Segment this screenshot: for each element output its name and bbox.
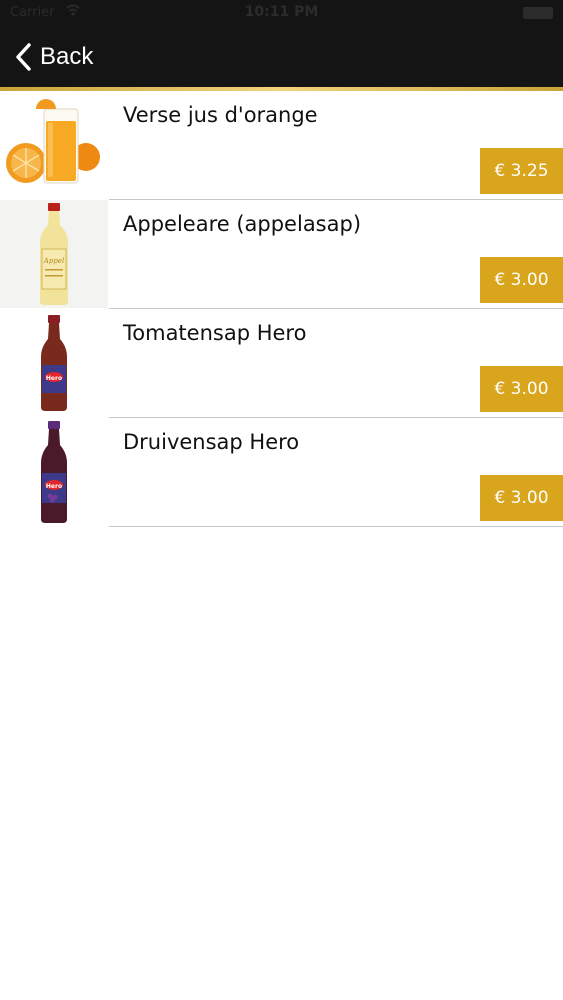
price-badge[interactable]: € 3.00: [480, 257, 563, 303]
product-list: Verse jus d'orange € 3.25 Appel Appelear…: [0, 91, 563, 527]
price-badge[interactable]: € 3.25: [480, 148, 563, 194]
svg-text:Appel: Appel: [43, 257, 64, 265]
price-badge[interactable]: € 3.00: [480, 366, 563, 412]
price-badge[interactable]: € 3.00: [480, 475, 563, 521]
tomato-juice-bottle-image: Hero: [0, 309, 108, 417]
orange-juice-image: [0, 91, 108, 199]
grape-juice-bottle-image: Hero: [0, 418, 108, 526]
status-bar: Carrier 10:11 PM: [0, 0, 563, 28]
product-row[interactable]: Hero Tomatensap Hero € 3.00: [0, 309, 563, 418]
svg-text:Hero: Hero: [46, 483, 62, 490]
apple-juice-bottle-image: Appel: [0, 200, 108, 308]
product-row[interactable]: Appel Appeleare (appelasap) € 3.00: [0, 200, 563, 309]
svg-text:Hero: Hero: [46, 375, 62, 382]
row-divider: [109, 526, 563, 527]
battery-icon: [523, 7, 553, 19]
product-row[interactable]: Verse jus d'orange € 3.25: [0, 91, 563, 200]
product-name: Appeleare (appelasap): [123, 212, 362, 236]
back-button[interactable]: Back: [14, 40, 93, 74]
product-row[interactable]: Hero Druivensap Hero € 3.00: [0, 418, 563, 527]
chevron-left-icon: [16, 43, 31, 71]
product-name: Druivensap Hero: [123, 430, 300, 454]
status-time: 10:11 PM: [244, 4, 319, 20]
product-name: Tomatensap Hero: [123, 321, 307, 345]
product-name: Verse jus d'orange: [123, 103, 318, 127]
back-label: Back: [40, 43, 94, 70]
